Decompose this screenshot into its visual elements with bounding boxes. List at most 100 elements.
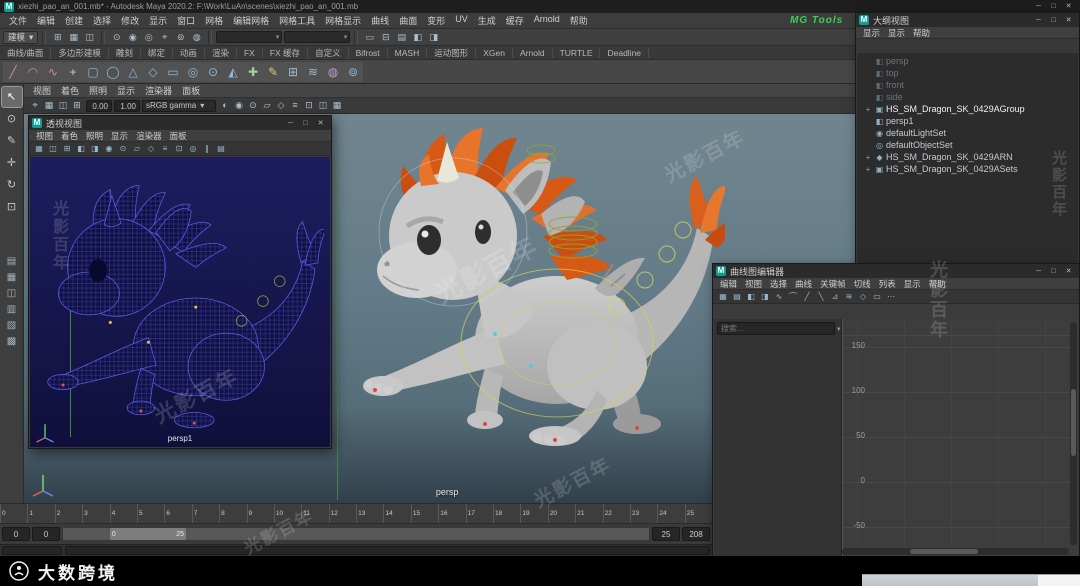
timeline-tick[interactable]: 7 (191, 504, 219, 523)
menu-item[interactable]: UV (450, 14, 473, 27)
persp-toolbar-icon[interactable]: ▦ (33, 142, 45, 155)
persp-panel-menu-item[interactable]: 渲染器 (132, 130, 166, 142)
shelf-tool-icon[interactable]: ◭ (223, 61, 243, 82)
status-icon[interactable]: ▦ (66, 30, 81, 44)
layout-preset-icon[interactable]: ▤ (3, 255, 21, 269)
graph-editor-menu-item[interactable]: 视图 (741, 278, 766, 290)
outliner-item[interactable]: + ◆ HS_SM_Dragon_SK_0429ARN (857, 151, 1078, 163)
shelf-tool-icon[interactable]: ≋ (303, 61, 323, 82)
viewport-menu-item[interactable]: 显示 (112, 84, 140, 97)
shelf-tab[interactable]: 动画 (173, 46, 205, 59)
menu-item[interactable]: 变形 (422, 14, 450, 27)
tool-icon[interactable]: ⊡ (2, 197, 22, 217)
menu-item[interactable]: 创建 (60, 14, 88, 27)
menu-item[interactable]: 网格 (200, 14, 228, 27)
graph-toolbar-icon[interactable]: ◧ (745, 290, 757, 303)
shelf-tool-icon[interactable]: ▢ (83, 61, 103, 82)
timeline-tick[interactable]: 11 (301, 504, 328, 523)
panel-minimize-button[interactable]: ─ (283, 118, 298, 129)
panel-close-button[interactable]: ✕ (1061, 15, 1076, 26)
graph-toolbar-icon[interactable]: ∿ (773, 290, 785, 303)
tool-icon[interactable]: ✎ (2, 131, 22, 151)
layout-preset-icon[interactable]: ▩ (3, 335, 21, 349)
menu-item[interactable]: 显示 (144, 14, 172, 27)
viewport-toolbar-icon[interactable]: ⌖ (28, 99, 42, 112)
shelf-tab[interactable]: 绑定 (141, 46, 173, 59)
viewport-toolbar-icon[interactable]: ◉ (232, 99, 246, 112)
status-icon[interactable]: ⊟ (378, 30, 393, 44)
viewport-toolbar-icon[interactable]: ◫ (316, 99, 330, 112)
shelf-tool-icon[interactable]: ⊚ (343, 61, 363, 82)
anim-end-field[interactable]: 208 (682, 527, 710, 541)
timeline-tick[interactable]: 5 (136, 504, 164, 523)
persp-panel-titlebar[interactable]: M 透视视图 ─ □ ✕ (29, 116, 331, 130)
shelf-tab[interactable]: 雕刻 (109, 46, 141, 59)
graph-search-input[interactable] (717, 322, 835, 335)
persp-toolbar-icon[interactable]: ◧ (75, 142, 87, 155)
shelf-tab[interactable]: 渲染 (205, 46, 237, 59)
graph-vscrollbar[interactable] (1070, 322, 1077, 545)
menu-item[interactable]: 网格显示 (320, 14, 366, 27)
timeline-tick[interactable]: 10 (273, 504, 301, 523)
graph-hscrollbar[interactable] (842, 548, 1069, 555)
panel-maximize-button[interactable]: □ (298, 118, 313, 129)
scrollbar-handle[interactable] (910, 549, 979, 554)
layout-preset-icon[interactable]: ▧ (3, 319, 21, 333)
status-icon[interactable]: ◨ (426, 30, 441, 44)
shelf-tool-icon[interactable]: ∿ (43, 61, 63, 82)
timeline-tick[interactable]: 14 (383, 504, 410, 523)
menu-item[interactable]: 曲面 (394, 14, 422, 27)
graph-editor-menu-item[interactable]: 选择 (766, 278, 791, 290)
persp-toolbar-icon[interactable]: ◇ (145, 142, 157, 155)
shelf-tab[interactable]: Bifrost (349, 47, 388, 58)
shelf-tab[interactable]: 自定义 (308, 46, 349, 59)
graph-toolbar-icon[interactable]: ▭ (871, 290, 883, 303)
persp-panel-menu-item[interactable]: 视图 (32, 130, 57, 142)
input-field[interactable]: ▾ (216, 31, 283, 43)
status-icon[interactable]: ⊚ (173, 30, 188, 44)
viewport-menu-item[interactable]: 照明 (84, 84, 112, 97)
timeline-tick[interactable]: 25 (684, 504, 712, 523)
shelf-tool-icon[interactable]: ◎ (183, 61, 203, 82)
layout-preset-icon[interactable]: ▥ (3, 303, 21, 317)
shelf-tab[interactable]: Arnold (513, 47, 553, 58)
wireframe-viewport[interactable]: persp1 (30, 157, 330, 447)
timeline-tick[interactable]: 17 (465, 504, 493, 523)
menu-item[interactable]: Arnold (529, 14, 565, 27)
menu-item[interactable]: 文件 (4, 14, 32, 27)
persp-toolbar-icon[interactable]: ◫ (47, 142, 59, 155)
outliner-item[interactable]: ◧ front (857, 79, 1078, 91)
layout-preset-icon[interactable]: ▦ (3, 271, 21, 285)
graph-editor-menu-item[interactable]: 编辑 (716, 278, 741, 290)
status-icon[interactable]: ⊞ (50, 30, 65, 44)
menu-item[interactable]: 生成 (473, 14, 501, 27)
graph-toolbar-icon[interactable]: ╲ (815, 290, 827, 303)
dragon-wireframe[interactable] (34, 185, 324, 437)
status-icon[interactable]: ◉ (125, 30, 140, 44)
playback-end-field[interactable]: 25 (652, 527, 680, 541)
shelf-tab[interactable]: 运动图形 (427, 46, 477, 59)
persp-toolbar-icon[interactable]: ⊞ (61, 142, 73, 155)
graph-toolbar-icon[interactable]: ⋯ (885, 290, 897, 303)
graph-editor-menu-item[interactable]: 显示 (900, 278, 925, 290)
timeline-tick[interactable]: 24 (657, 504, 684, 523)
view-transform-dropdown[interactable]: sRGB gamma ▾ (142, 99, 216, 112)
timeline-tick[interactable]: 0 (0, 504, 27, 523)
outliner-titlebar[interactable]: M 大纲视图 ─ □ ✕ (856, 13, 1079, 27)
shelf-tool-icon[interactable]: ⊞ (283, 61, 303, 82)
expand-icon[interactable]: + (863, 105, 873, 114)
tool-icon[interactable]: ↖ (0, 86, 23, 108)
persp-toolbar-icon[interactable]: ◨ (89, 142, 101, 155)
timeline-tick[interactable]: 18 (493, 504, 520, 523)
menu-item[interactable]: 缓存 (501, 14, 529, 27)
graph-toolbar-icon[interactable]: ◨ (759, 290, 771, 303)
shelf-tab[interactable]: XGen (476, 47, 513, 58)
timeline-tick[interactable]: 2 (54, 504, 82, 523)
timeline-tick[interactable]: 19 (520, 504, 547, 523)
shelf-tab[interactable]: FX 缓存 (263, 46, 309, 59)
menu-item[interactable]: 修改 (116, 14, 144, 27)
graph-toolbar-icon[interactable]: ⌒ (787, 290, 799, 303)
persp-toolbar-icon[interactable]: ▤ (215, 142, 227, 155)
shelf-tab[interactable]: FX (237, 47, 263, 58)
tool-icon[interactable]: ⊙ (2, 109, 22, 129)
